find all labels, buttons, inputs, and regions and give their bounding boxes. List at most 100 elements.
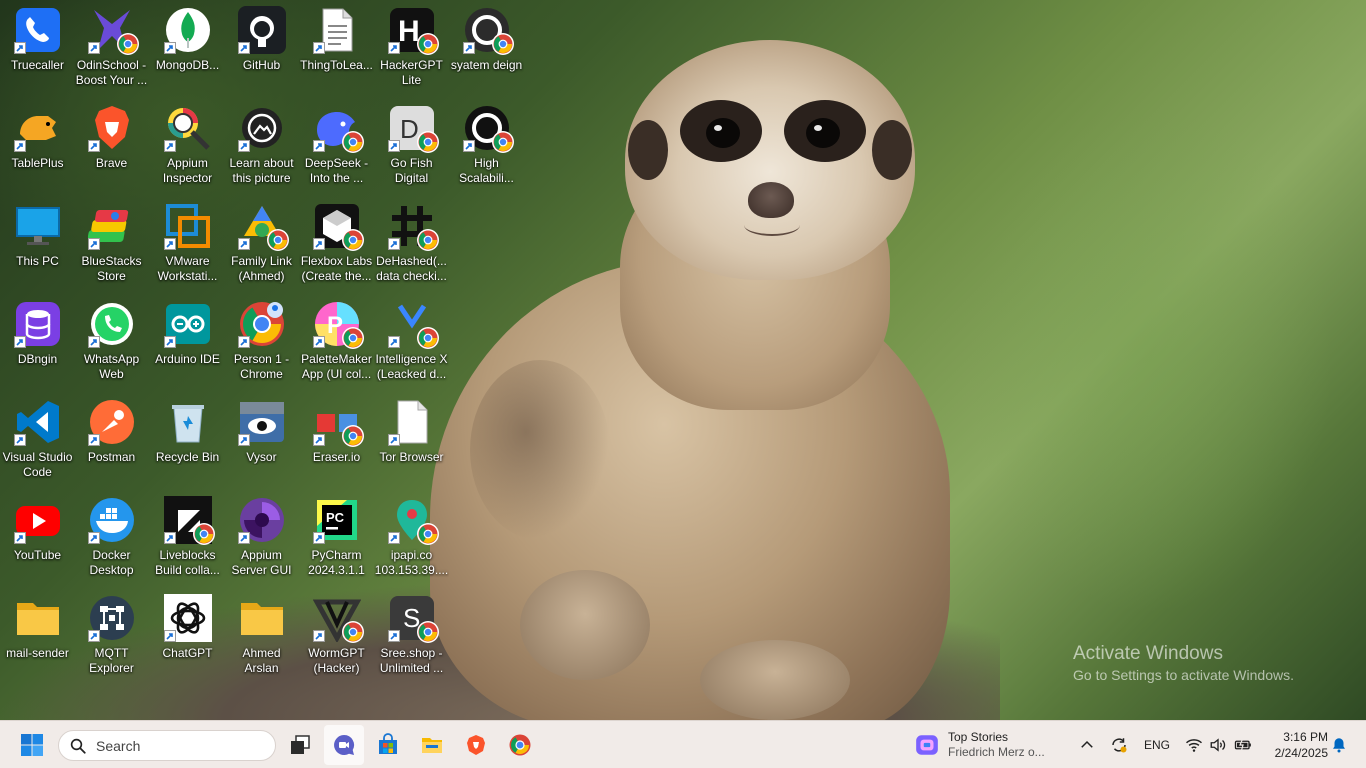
tray-battery[interactable] [1232, 733, 1254, 757]
shortcut-arrow-icon [312, 238, 325, 250]
desktop-icon[interactable]: Vysor [224, 392, 299, 488]
mongodb-icon [163, 6, 212, 54]
shortcut-arrow-icon [312, 42, 325, 54]
desktop-icon-label: High Scalabili... [459, 156, 514, 185]
desktop-icon[interactable]: Tor Browser [374, 392, 449, 488]
brave-icon [87, 104, 136, 152]
chrome-profile-icon [237, 300, 286, 348]
desktop-icon[interactable]: Brave [74, 98, 149, 194]
desktop-icon[interactable]: Appium Inspector [150, 98, 225, 194]
taskbar-search-box[interactable]: Search [58, 730, 276, 761]
shortcut-arrow-icon [87, 630, 100, 642]
desktop-icon-label: Sree.shop - Unlimited ... [379, 646, 444, 675]
desktop-icon[interactable]: GitHub [224, 0, 299, 96]
desktop-icon[interactable]: DeHashed(... data checki... [374, 196, 449, 292]
desktop-icon[interactable]: ChatGPT [150, 588, 225, 684]
chrome-badge-icon [266, 228, 290, 252]
desktop-icon[interactable]: Learn about this picture [224, 98, 299, 194]
taskbar-chrome[interactable] [500, 725, 540, 765]
desktop-icon[interactable]: syatem deign [449, 0, 524, 96]
desktop-icon-label: Ahmed Arslan [242, 646, 281, 675]
shortcut-arrow-icon [387, 532, 400, 544]
shortcut-arrow-icon [237, 336, 250, 348]
chrome-badge-icon [491, 130, 515, 154]
desktop-icon[interactable]: Intelligence X (Leacked d... [374, 294, 449, 390]
desktop-icon[interactable]: VMware Workstati... [150, 196, 225, 292]
tray-language[interactable]: ENG [1142, 733, 1172, 757]
dehashed-icon [387, 202, 439, 251]
desktop-icon[interactable]: BlueStacks Store [74, 196, 149, 292]
desktop-icon[interactable]: Docker Desktop [74, 490, 149, 586]
blank-file-icon [387, 398, 436, 446]
tray-clock[interactable]: 3:16 PM 2/24/2025 [1262, 729, 1328, 761]
show-hidden-icons-button[interactable] [1078, 733, 1096, 757]
news-subtitle: Friedrich Merz o... [948, 745, 1045, 759]
taskbar-task-view[interactable] [280, 725, 320, 765]
chrome-badge-icon [416, 32, 440, 56]
desktop-icon[interactable]: PC PyCharm 2024.3.1.1 [299, 490, 374, 586]
desktop-icon[interactable]: MQTT Explorer [74, 588, 149, 684]
github-icon [237, 6, 286, 54]
desktop-icon[interactable]: Liveblocks Build colla... [150, 490, 225, 586]
desktop-icon-label: mail-sender [6, 646, 69, 660]
desktop-icon[interactable]: Eraser.io [299, 392, 374, 488]
desktop-icon[interactable]: WormGPT (Hacker) [299, 588, 374, 684]
desktop-icon[interactable]: OdinSchool - Boost Your ... [74, 0, 149, 96]
desktop-icon[interactable]: Truecaller [0, 0, 75, 96]
desktop-icon[interactable]: S Sree.shop - Unlimited ... [374, 588, 449, 684]
desktop-icon-label: OdinSchool - Boost Your ... [75, 58, 148, 87]
tray-volume[interactable] [1208, 733, 1228, 757]
desktop-icon[interactable]: D Go Fish Digital [374, 98, 449, 194]
desktop-icon[interactable]: ipapi.co 103.153.39.... [374, 490, 449, 586]
desktop-icon-label: Liveblocks Build colla... [155, 548, 220, 577]
intelligence-x-icon [387, 300, 439, 349]
desktop-icon[interactable]: Postman [74, 392, 149, 488]
desktop-icon[interactable]: Family Link (Ahmed) [224, 196, 299, 292]
folder-icon [14, 594, 62, 642]
shortcut-arrow-icon [163, 336, 176, 348]
chrome-badge-icon [341, 424, 365, 448]
desktop-icon[interactable]: H HackerGPT Lite [374, 0, 449, 96]
desktop-icon[interactable]: MongoDB... [150, 0, 225, 96]
sree-shop-icon: S [387, 594, 439, 643]
desktop-icon-label: MQTT Explorer [89, 646, 134, 675]
shortcut-arrow-icon [13, 42, 26, 54]
taskbar-brave[interactable] [456, 725, 496, 765]
desktop-icon[interactable]: YouTube [0, 490, 75, 586]
desktop-icon[interactable]: DBngin [0, 294, 75, 390]
desktop-icon[interactable]: DeepSeek - Into the ... [299, 98, 374, 194]
start-button[interactable] [12, 725, 52, 765]
desktop-icon[interactable]: This PC [0, 196, 75, 292]
desktop-icon[interactable]: Person 1 - Chrome [224, 294, 299, 390]
desktop-icon[interactable]: Arduino IDE [150, 294, 225, 390]
search-icon [70, 738, 86, 754]
desktop-icon[interactable]: P PaletteMaker App (UI col... [299, 294, 374, 390]
news-copilot-icon [916, 735, 938, 755]
shortcut-arrow-icon [387, 630, 400, 642]
notifications-button[interactable] [1330, 733, 1348, 757]
tray-wifi[interactable] [1184, 733, 1204, 757]
desktop-icon[interactable]: Ahmed Arslan [224, 588, 299, 684]
desktop-icon-label: Person 1 - Chrome [233, 352, 290, 381]
taskbar-news-widget[interactable]: Top Stories Friedrich Merz o... [914, 727, 1064, 763]
desktop-icon[interactable]: Flexbox Labs (Create the... [299, 196, 374, 292]
desktop-icon-label: DeHashed(... data checki... [376, 254, 447, 283]
desktop-icon[interactable]: Recycle Bin [150, 392, 225, 488]
taskbar-file-explorer[interactable] [412, 725, 452, 765]
shortcut-arrow-icon [387, 42, 400, 54]
desktop-icon[interactable]: ThingToLea... [299, 0, 374, 96]
appium-inspector-icon [163, 104, 212, 152]
desktop-icon[interactable]: WhatsApp Web [74, 294, 149, 390]
text-file-icon [312, 6, 361, 54]
desktop-icon[interactable]: High Scalabili... [449, 98, 524, 194]
taskbar-meet[interactable] [324, 725, 364, 765]
desktop-icon-label: ChatGPT [162, 646, 213, 660]
shortcut-arrow-icon [87, 238, 100, 250]
desktop-icon[interactable]: TablePlus [0, 98, 75, 194]
taskbar-store[interactable] [368, 725, 408, 765]
tray-sync[interactable] [1108, 733, 1130, 757]
desktop-icon[interactable]: mail-sender [0, 588, 75, 684]
desktop-icon[interactable]: Appium Server GUI [224, 490, 299, 586]
desktop-icon-label: BlueStacks Store [81, 254, 142, 283]
desktop-icon[interactable]: Visual Studio Code [0, 392, 75, 488]
